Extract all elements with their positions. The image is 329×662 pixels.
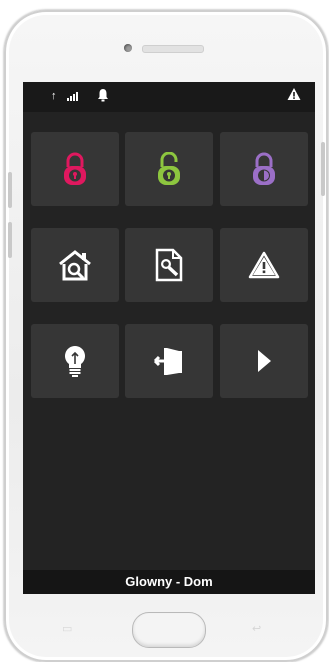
lock-red-tile[interactable] bbox=[31, 132, 119, 206]
app-screen: ↑ Glowny - Dom bbox=[23, 82, 315, 594]
warning-triangle-icon bbox=[287, 87, 301, 106]
upload-arrow-icon: ↑ bbox=[51, 90, 57, 102]
lightbulb-tile[interactable] bbox=[31, 324, 119, 398]
home-search-tile[interactable] bbox=[31, 228, 119, 302]
alert-tile[interactable] bbox=[220, 228, 308, 302]
house-magnifier-icon bbox=[59, 250, 91, 281]
warning-triangle-icon bbox=[248, 251, 280, 279]
next-tile[interactable] bbox=[220, 324, 308, 398]
exit-door-icon bbox=[153, 348, 182, 375]
front-camera bbox=[124, 44, 132, 52]
play-right-icon bbox=[258, 350, 271, 372]
power-button[interactable] bbox=[321, 142, 325, 196]
location-title: Glowny - Dom bbox=[23, 570, 315, 594]
signal-bars-icon bbox=[67, 91, 78, 101]
earpiece-speaker bbox=[142, 45, 204, 53]
padlock-locked-icon bbox=[64, 152, 86, 185]
padlock-unlocked-icon bbox=[158, 152, 180, 185]
document-search-tile[interactable] bbox=[125, 228, 213, 302]
lock-green-tile[interactable] bbox=[125, 132, 213, 206]
recent-apps-key[interactable]: ▭ bbox=[62, 622, 88, 635]
status-bar: ↑ bbox=[23, 82, 315, 112]
back-key[interactable]: ↩ bbox=[252, 622, 278, 635]
exit-door-tile[interactable] bbox=[125, 324, 213, 398]
padlock-partial-icon bbox=[253, 152, 275, 185]
lock-purple-tile[interactable] bbox=[220, 132, 308, 206]
volume-down-button[interactable] bbox=[8, 222, 12, 258]
home-button[interactable] bbox=[132, 612, 206, 648]
lightbulb-icon bbox=[65, 346, 85, 377]
document-magnifier-icon bbox=[155, 248, 183, 282]
volume-up-button[interactable] bbox=[8, 172, 12, 208]
notification-bell-icon bbox=[97, 88, 109, 107]
